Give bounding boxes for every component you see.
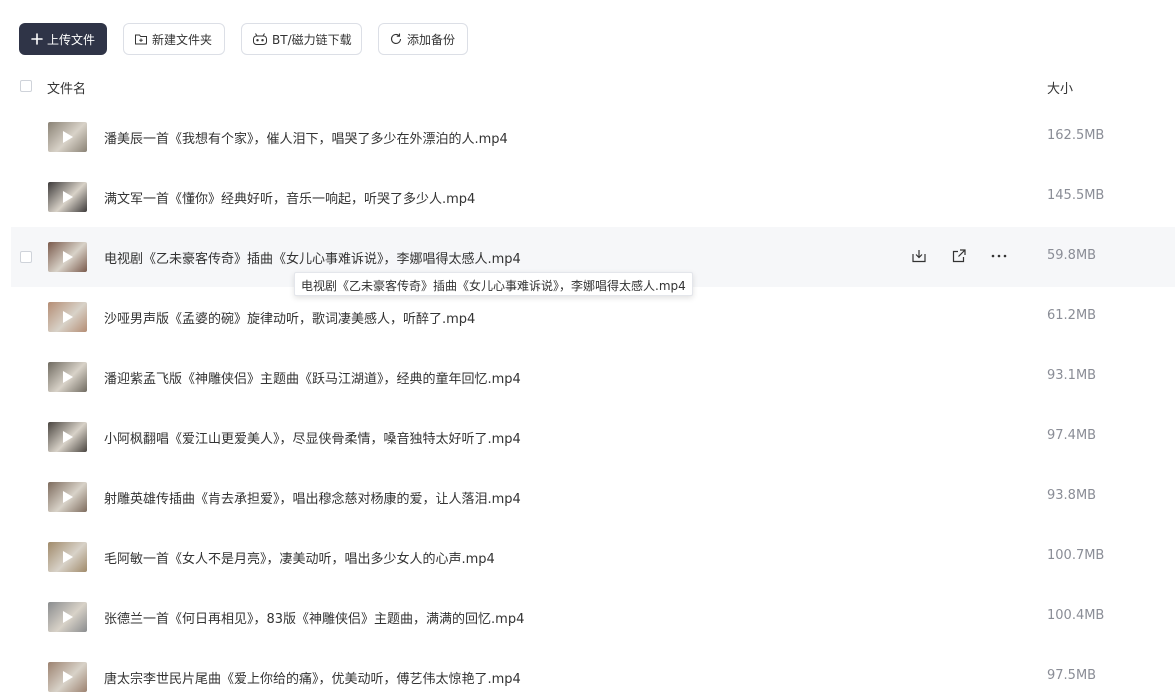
file-row[interactable]: 沙哑男声版《孟婆的碗》旋律动听，歌词凄美感人，听醉了.mp4 61.2MB [0, 287, 1175, 347]
bt-download-button-label: BT/磁力链下载 [272, 32, 352, 47]
file-size: 162.5MB [1047, 128, 1105, 143]
file-list: 潘美辰一首《我想有个家》，催人泪下，唱哭了多少在外漂泊的人.mp4 162.5M… [0, 107, 1175, 695]
upload-button-label: 上传文件 [46, 32, 95, 47]
new-folder-button-label: 新建文件夹 [152, 32, 213, 47]
file-name[interactable]: 潘美辰一首《我想有个家》，催人泪下，唱哭了多少在外漂泊的人.mp4 [104, 128, 508, 147]
file-size: 145.5MB [1047, 188, 1105, 203]
play-icon [63, 551, 73, 563]
file-name[interactable]: 潘迎紫孟飞版《神雕侠侣》主题曲《跃马江湖道》，经典的童年回忆.mp4 [104, 368, 521, 387]
column-header-size[interactable]: 大小 [1047, 78, 1073, 97]
video-thumbnail [48, 482, 87, 512]
video-thumbnail [48, 662, 87, 692]
file-size: 97.4MB [1047, 428, 1097, 443]
file-size: 93.8MB [1047, 488, 1097, 503]
file-size: 100.7MB [1047, 548, 1105, 563]
file-row[interactable]: 潘迎紫孟飞版《神雕侠侣》主题曲《跃马江湖道》，经典的童年回忆.mp4 93.1M… [0, 347, 1175, 407]
video-thumbnail [48, 122, 87, 152]
new-folder-button[interactable]: 新建文件夹 [123, 23, 225, 55]
video-thumbnail [48, 242, 87, 272]
file-row[interactable]: 小阿枫翻唱《爱江山更爱美人》，尽显侠骨柔情，嗓音独特太好听了.mp4 97.4M… [0, 407, 1175, 467]
plus-icon [31, 33, 43, 45]
video-thumbnail [48, 362, 87, 392]
more-icon[interactable] [990, 247, 1008, 265]
video-thumbnail [48, 422, 87, 452]
backup-icon [389, 32, 403, 46]
file-size: 61.2MB [1047, 308, 1097, 323]
play-icon [63, 191, 73, 203]
play-icon [63, 131, 73, 143]
video-thumbnail [48, 302, 87, 332]
upload-button[interactable]: 上传文件 [19, 23, 107, 55]
file-name[interactable]: 毛阿敏一首《女人不是月亮》，凄美动听，唱出多少女人的心声.mp4 [104, 548, 495, 567]
row-checkbox[interactable] [20, 251, 32, 263]
select-all-checkbox[interactable] [20, 80, 32, 92]
file-name[interactable]: 满文军一首《懂你》经典好听，音乐一响起，听哭了多少人.mp4 [104, 188, 475, 207]
play-icon [63, 251, 73, 263]
column-header-name[interactable]: 文件名 [47, 78, 86, 97]
file-name[interactable]: 张德兰一首《何日再相见》，83版《神雕侠侣》主题曲，满满的回忆.mp4 [104, 608, 524, 627]
file-name[interactable]: 沙哑男声版《孟婆的碗》旋律动听，歌词凄美感人，听醉了.mp4 [104, 308, 475, 327]
folder-add-icon [134, 32, 148, 46]
file-row[interactable]: 唐太宗李世民片尾曲《爱上你给的痛》，优美动听，傅艺伟太惊艳了.mp4 97.5M… [0, 647, 1175, 695]
file-size: 59.8MB [1047, 248, 1097, 263]
file-row[interactable]: 射雕英雄传插曲《肯去承担爱》，唱出穆念慈对杨康的爱，让人落泪.mp4 93.8M… [0, 467, 1175, 527]
play-icon [63, 371, 73, 383]
play-icon [63, 431, 73, 443]
file-row[interactable]: 毛阿敏一首《女人不是月亮》，凄美动听，唱出多少女人的心声.mp4 100.7MB [0, 527, 1175, 587]
file-size: 100.4MB [1047, 608, 1105, 623]
play-icon [63, 671, 73, 683]
play-icon [63, 611, 73, 623]
video-thumbnail [48, 602, 87, 632]
filename-tooltip: 电视剧《乙未豪客传奇》插曲《女儿心事难诉说》，李娜唱得太感人.mp4 [294, 272, 693, 296]
row-actions [910, 247, 1008, 265]
video-thumbnail [48, 542, 87, 572]
video-thumbnail [48, 182, 87, 212]
file-row[interactable]: 潘美辰一首《我想有个家》，催人泪下，唱哭了多少在外漂泊的人.mp4 162.5M… [0, 107, 1175, 167]
file-size: 97.5MB [1047, 668, 1097, 683]
add-backup-button[interactable]: 添加备份 [378, 23, 468, 55]
file-size: 93.1MB [1047, 368, 1097, 383]
toolbar: 上传文件 新建文件夹 BT/磁力链下载 添加备份 [19, 23, 468, 55]
file-name[interactable]: 小阿枫翻唱《爱江山更爱美人》，尽显侠骨柔情，嗓音独特太好听了.mp4 [104, 428, 521, 447]
share-icon[interactable] [950, 247, 968, 265]
file-name[interactable]: 电视剧《乙未豪客传奇》插曲《女儿心事难诉说》，李娜唱得太感人.mp4 [104, 248, 521, 267]
add-backup-button-label: 添加备份 [407, 32, 456, 47]
play-icon [63, 311, 73, 323]
file-name[interactable]: 射雕英雄传插曲《肯去承担爱》，唱出穆念慈对杨康的爱，让人落泪.mp4 [104, 488, 521, 507]
list-header: 文件名 大小 [0, 78, 1175, 98]
bt-download-button[interactable]: BT/磁力链下载 [241, 23, 362, 55]
bt-icon [252, 32, 268, 46]
file-row[interactable]: 张德兰一首《何日再相见》，83版《神雕侠侣》主题曲，满满的回忆.mp4 100.… [0, 587, 1175, 647]
file-row[interactable]: 满文军一首《懂你》经典好听，音乐一响起，听哭了多少人.mp4 145.5MB [0, 167, 1175, 227]
play-icon [63, 491, 73, 503]
file-name[interactable]: 唐太宗李世民片尾曲《爱上你给的痛》，优美动听，傅艺伟太惊艳了.mp4 [104, 668, 521, 687]
file-manager: 上传文件 新建文件夹 BT/磁力链下载 添加备份 文件名 大小 潘美辰一首《我想… [0, 0, 1175, 695]
download-icon[interactable] [910, 247, 928, 265]
